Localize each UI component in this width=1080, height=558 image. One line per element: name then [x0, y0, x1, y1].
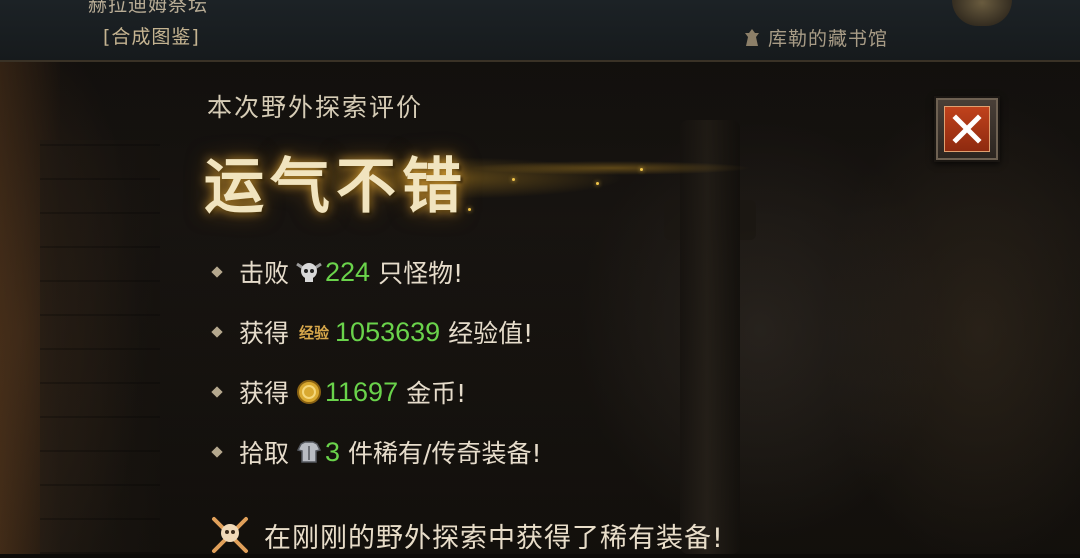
armor-icon	[296, 441, 322, 463]
row-verb: 获得	[239, 319, 290, 348]
row-suffix: 件稀有/传奇装备!	[348, 439, 542, 468]
notice-text: 在刚刚的野外探索中获得了稀有装备!	[264, 522, 724, 554]
sparkle	[468, 208, 471, 211]
rare-gear-notice: 在刚刚的野外探索中获得了稀有装备!	[210, 512, 724, 558]
rating-title: 运气不错	[204, 152, 468, 222]
bullet-diamond-icon	[211, 266, 223, 278]
skull-icon	[296, 262, 322, 282]
library-link-label: 库勒的藏书馆	[768, 28, 889, 50]
sparkle	[596, 182, 599, 185]
library-link[interactable]: 库勒的藏书馆	[740, 24, 888, 51]
row-verb: 获得	[239, 379, 290, 408]
row-suffix: 经验值!	[448, 319, 534, 348]
row-suffix: 金币!	[406, 379, 467, 408]
result-row-gear: 拾取 3 件稀有/传奇装备!	[209, 432, 542, 472]
gear-count: 3	[325, 436, 341, 467]
row-suffix: 只怪物!	[378, 259, 464, 288]
gold-value: 11697	[325, 376, 399, 407]
row-verb: 击败	[239, 259, 290, 288]
bullet-diamond-icon	[211, 446, 223, 458]
emblem-icon	[952, 0, 1012, 26]
crossed-swords-skull-icon	[212, 517, 248, 553]
bullet-diamond-icon	[211, 386, 223, 398]
sparkle	[640, 168, 643, 171]
sparkle	[512, 178, 515, 181]
result-row-kills: 击败 224 只怪物!	[209, 252, 463, 292]
evaluation-subtitle: 本次野外探索评价	[207, 93, 424, 122]
bullet-diamond-icon	[211, 326, 223, 338]
gold-coin-icon	[297, 380, 322, 404]
statue-icon	[745, 28, 759, 46]
result-row-experience: 获得 经验 1053639 经验值!	[209, 312, 533, 352]
experience-icon: 经验	[299, 323, 330, 342]
result-row-gold: 获得 11697 金币!	[209, 372, 466, 412]
close-button[interactable]	[934, 96, 1000, 162]
location-name[interactable]: 赫拉迪姆祭坛	[88, 0, 208, 17]
codex-link[interactable]: [合成图鉴]	[103, 22, 200, 49]
row-verb: 拾取	[239, 439, 290, 468]
kill-count: 224	[325, 256, 371, 287]
experience-value: 1053639	[335, 316, 441, 347]
close-x-icon	[944, 106, 990, 152]
map-header-bar: 赫拉迪姆祭坛 [合成图鉴] 库勒的藏书馆	[0, 0, 1080, 62]
exploration-result-panel	[0, 62, 1080, 554]
